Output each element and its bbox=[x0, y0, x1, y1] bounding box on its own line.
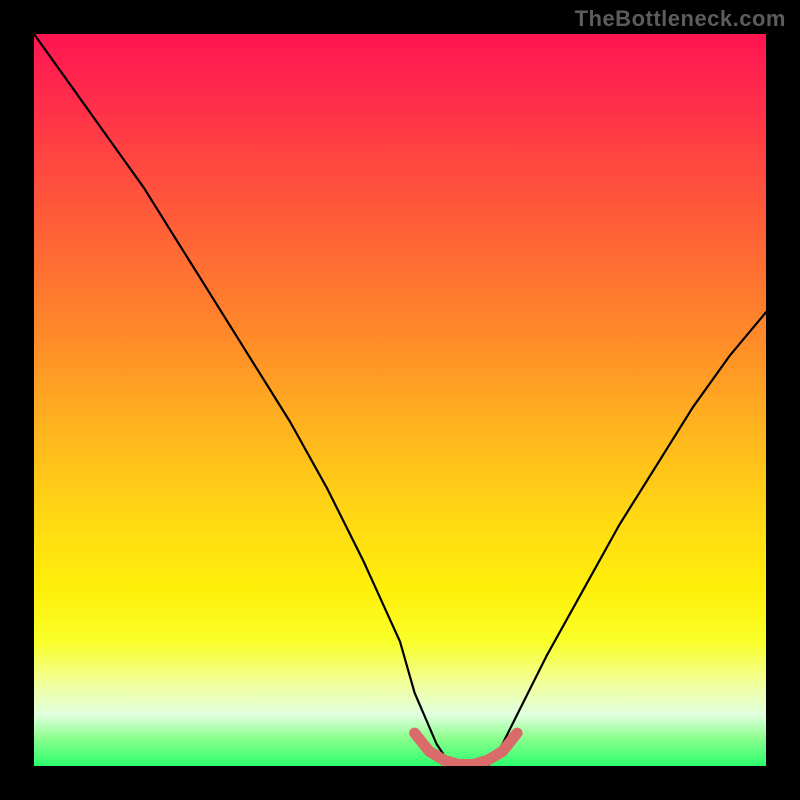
chart-svg bbox=[34, 34, 766, 766]
watermark-text: TheBottleneck.com bbox=[575, 6, 786, 32]
plot-area bbox=[34, 34, 766, 766]
optimal-band-path bbox=[415, 733, 517, 764]
chart-frame: TheBottleneck.com bbox=[0, 0, 800, 800]
bottleneck-curve-path bbox=[34, 34, 766, 766]
